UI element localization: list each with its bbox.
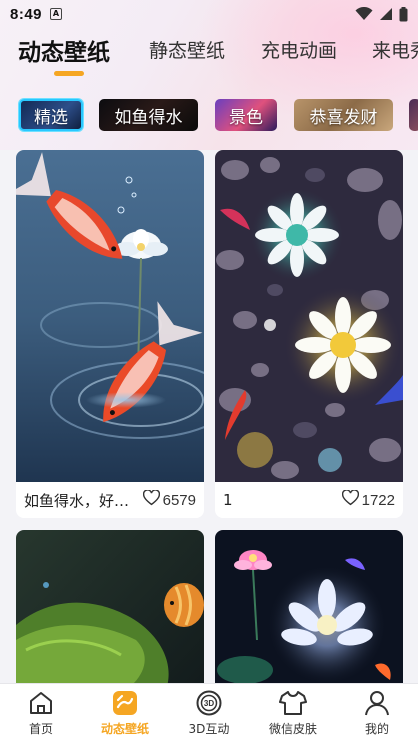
wallpaper-meta: 1 1722: [215, 482, 403, 518]
chip-scenery[interactable]: 景色: [215, 99, 277, 131]
like-count[interactable]: 6579: [142, 489, 196, 510]
nav-3d-interactive[interactable]: 3D 3D互动: [174, 690, 244, 742]
active-tab-indicator: [54, 71, 84, 76]
3d-icon: 3D: [196, 690, 222, 716]
chip-featured[interactable]: 精选: [19, 99, 83, 131]
chip-label: 精选: [34, 107, 68, 128]
nav-label: 3D互动: [188, 722, 230, 736]
wallpaper-thumbnail: [215, 530, 403, 683]
chip-label: 恭喜发财: [309, 107, 378, 128]
profile-icon: [364, 690, 390, 716]
nav-live-wallpaper[interactable]: 动态壁纸: [90, 690, 160, 742]
nav-label: 微信皮肤: [268, 722, 317, 736]
wallpaper-thumbnail: [16, 530, 204, 683]
home-icon: [28, 690, 54, 716]
wallpaper-grid: 如鱼得水，好运连连 6579: [0, 150, 418, 683]
nav-label: 首页: [28, 722, 53, 736]
wallpaper-card[interactable]: 如鱼得水，好运连连 6579: [16, 150, 204, 518]
wallpaper-title: 1: [223, 491, 233, 509]
battery-icon: [399, 6, 408, 22]
like-count-value: 1722: [361, 491, 395, 509]
like-count[interactable]: 1722: [341, 489, 395, 510]
svg-text:3D: 3D: [204, 699, 214, 708]
nav-label: 动态壁纸: [100, 722, 149, 736]
heart-icon: [142, 489, 160, 510]
live-wallpaper-icon: [112, 690, 138, 716]
chip-more[interactable]: [409, 99, 418, 131]
sim-icon: A: [50, 8, 63, 20]
nav-label: 我的: [364, 722, 389, 736]
tab-live-wallpaper[interactable]: 动态壁纸: [18, 33, 110, 67]
wallpaper-meta: 如鱼得水，好运连连 6579: [16, 482, 204, 518]
wallpaper-card[interactable]: [215, 530, 403, 683]
signal-icon: [379, 7, 393, 21]
chip-fortune[interactable]: 恭喜发财: [294, 99, 393, 131]
wallpaper-thumbnail: [215, 150, 403, 482]
status-time: 8:49: [10, 5, 43, 23]
tab-static-wallpaper[interactable]: 静态壁纸: [149, 36, 225, 63]
nav-profile[interactable]: 我的: [342, 690, 412, 742]
chip-label: 景色: [229, 107, 263, 128]
status-bar: 8:49 A: [0, 0, 418, 28]
wallpaper-thumbnail: [16, 150, 204, 482]
wifi-icon: [355, 7, 373, 21]
wallpaper-card[interactable]: [16, 530, 204, 683]
nav-home[interactable]: 首页: [6, 690, 76, 742]
tab-charging-animation[interactable]: 充电动画: [261, 36, 337, 63]
heart-icon: [341, 489, 359, 510]
wallpaper-card[interactable]: 1 1722: [215, 150, 403, 518]
nav-wechat-skin[interactable]: 微信皮肤: [258, 690, 328, 742]
tab-caller-show[interactable]: 来电秀: [372, 36, 418, 63]
like-count-value: 6579: [162, 491, 196, 509]
bottom-navigation: 首页 动态壁纸 3D 3D互动 微信皮肤 我的: [0, 683, 418, 743]
tshirt-icon: [279, 690, 307, 716]
sub-category-chips: 精选 如鱼得水 景色 恭喜发财: [0, 99, 418, 133]
chip-label: 如鱼得水: [114, 107, 183, 128]
chip-fish[interactable]: 如鱼得水: [99, 99, 198, 131]
wallpaper-title: 如鱼得水，好运连连: [24, 491, 143, 510]
